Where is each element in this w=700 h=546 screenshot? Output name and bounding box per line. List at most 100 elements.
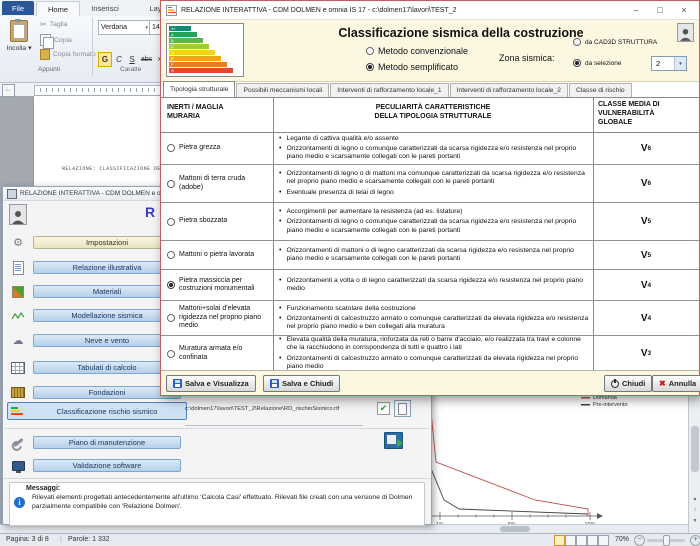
sidebar-item-modellazione-sismica[interactable]: Modellazione sismica <box>33 309 181 322</box>
radio-pietra-sbozzata[interactable] <box>167 218 175 226</box>
vertical-scrollbar-thumb[interactable] <box>691 426 699 472</box>
preview-report-button[interactable] <box>394 400 411 417</box>
copy-button[interactable]: Copia <box>40 34 72 46</box>
bullet-item: Orizzontamenti di legno o comunque carat… <box>279 145 589 162</box>
message-text: Rilevati elementi progettati antecedente… <box>32 494 416 511</box>
vulnerability-class: V5 <box>593 203 699 240</box>
tab-selector[interactable]: ∟ <box>2 84 15 97</box>
annulla-button[interactable]: ✖Annulla <box>652 375 700 392</box>
open-report-checkbox[interactable]: ✔ <box>377 402 390 415</box>
sidebar-item-relazione-illustrativa[interactable]: Relazione illustrativa <box>33 261 181 274</box>
tab-classe-di-rischio[interactable]: Classe di rischio <box>569 83 632 97</box>
view-web-layout-button[interactable] <box>576 535 587 546</box>
cancel-x-icon: ✖ <box>659 379 666 388</box>
sidebar-item-fondazioni[interactable]: Fondazioni <box>33 386 181 399</box>
italic-button[interactable]: C <box>112 52 126 67</box>
radio-pietra-massiccia[interactable] <box>167 281 175 289</box>
radio-mattoni-terra-cruda[interactable] <box>167 180 175 188</box>
bold-button[interactable]: G <box>98 52 112 67</box>
font-name-select[interactable]: Verdana▼ <box>98 20 152 35</box>
power-icon <box>611 380 619 388</box>
horizontal-ruler[interactable] <box>34 85 166 96</box>
radio-icon[interactable] <box>366 63 374 71</box>
tab-tipologia-strutturale[interactable]: Tipologia strutturale <box>163 81 235 97</box>
page-icon <box>398 403 407 415</box>
zoom-out-button[interactable]: − <box>634 535 645 546</box>
tipologia-label: Mattoni+solai d'elevata rigidezza nel pr… <box>179 305 270 331</box>
dialog-titlebar[interactable]: RELAZIONE INTERATTIVA - CDM DOLMEN e omn… <box>161 1 699 20</box>
output-file-path: c:\dolmen17\lavori\TEST_2\Relazione\RD_r… <box>185 406 377 412</box>
sidebar-item-piano-di-manutenzione[interactable]: Piano di manutenzione <box>33 436 181 449</box>
close-button[interactable]: × <box>675 3 693 17</box>
view-draft-button[interactable] <box>598 535 609 546</box>
radio-pietra-grezza[interactable] <box>167 144 175 152</box>
tab-home[interactable]: Home <box>36 1 80 16</box>
vulnerability-class: V5 <box>593 241 699 269</box>
chiudi-button[interactable]: Chiudi <box>604 375 652 392</box>
view-print-layout-button[interactable] <box>554 535 565 546</box>
zona-value-select[interactable]: 2 ▼ <box>651 56 687 71</box>
dialog-header: A+ A B C D E F G Classificazione sismica… <box>161 20 699 82</box>
radio-icon[interactable] <box>573 38 581 46</box>
method-semplificato-option[interactable]: Metodo semplificato <box>366 62 458 72</box>
tab-inserisci[interactable]: Inserisci <box>80 1 130 15</box>
sidebar-item-validazione-software[interactable]: Validazione software <box>33 459 181 472</box>
zona-selezione-option[interactable]: da selezione <box>573 59 622 67</box>
zoom-slider-thumb[interactable] <box>663 535 670 546</box>
export-report-button[interactable] <box>384 432 403 449</box>
bullet-item: Orizzontamenti di legno o di mattoni ma … <box>279 170 589 187</box>
word-status-bar: Pagina: 3 di 8 | Parole: 1 332 70% − + <box>0 533 700 546</box>
horizontal-scrollbar-thumb[interactable] <box>500 526 530 532</box>
view-fullscreen-button[interactable] <box>565 535 576 546</box>
nav-row-materiali: Materiali <box>9 285 181 298</box>
foundation-icon <box>9 386 27 399</box>
window-icon <box>7 189 17 199</box>
zona-cad3d-option[interactable]: da CAD3D STRUTTURA <box>573 38 657 46</box>
bullet-item: Orizzontamenti di calcestruzzo armato o … <box>279 315 589 332</box>
radio-mattoni-solai[interactable] <box>167 314 175 322</box>
save-icon <box>173 379 182 388</box>
table-row-pietra-grezza: Pietra grezza Legante di cattiva qualità… <box>161 132 699 165</box>
chevron-down-icon[interactable]: ▼ <box>674 57 686 70</box>
browse-object-icon[interactable]: ○ <box>689 507 700 513</box>
tab-possibili-meccanismi[interactable]: Possibili meccanismi locali <box>236 83 329 97</box>
avatar <box>9 204 27 225</box>
nav-row-relazione: Relazione illustrativa <box>9 261 181 274</box>
tab-file[interactable]: File <box>2 1 34 15</box>
salva-e-chiudi-button[interactable]: Salva e Chiudi <box>263 375 340 392</box>
energy-label-icon <box>10 405 24 418</box>
radio-icon[interactable] <box>573 59 581 67</box>
format-painter-button[interactable]: Copia formato <box>40 49 96 60</box>
tipologia-label: Pietra sbozzata <box>179 217 227 226</box>
sidebar-item-classificazione-rischio-sismico[interactable]: Classificazione rischio sismico <box>7 402 187 420</box>
paste-button[interactable]: Incolla ▾ <box>4 20 34 52</box>
sidebar-item-impostazioni[interactable]: Impostazioni <box>33 236 181 249</box>
sidebar-item-tabulati-di-calcolo[interactable]: Tabulati di calcolo <box>33 361 181 374</box>
nav-row-tabulati: Tabulati di calcolo <box>9 361 181 374</box>
paste-dropdown-arrow[interactable]: ▾ <box>28 45 31 52</box>
salva-e-visualizza-button[interactable]: Salva e Visualizza <box>166 375 256 392</box>
minimize-button[interactable]: – <box>627 3 645 17</box>
radio-mattoni-pietra-lavorata[interactable] <box>167 251 175 259</box>
maximize-button[interactable]: □ <box>651 3 669 17</box>
page-count[interactable]: Pagina: 3 di 8 <box>6 536 49 543</box>
method-convenzionale-option[interactable]: Metodo convenzionale <box>366 46 468 56</box>
zoom-level[interactable]: 70% <box>615 536 629 543</box>
zoom-in-button[interactable]: + <box>690 535 700 546</box>
risk-frequency-chart: 1% 5% 10% <box>425 392 700 533</box>
view-outline-button[interactable] <box>587 535 598 546</box>
underline-button[interactable]: S <box>125 52 139 67</box>
sidebar-item-neve-e-vento[interactable]: Neve e vento <box>33 334 181 347</box>
tab-interventi-locale-2[interactable]: Interventi di rafforzamento locale_2 <box>450 83 568 97</box>
radio-icon[interactable] <box>366 47 374 55</box>
strikethrough-button[interactable]: abc <box>138 52 155 67</box>
browse-next-icon[interactable]: ▼ <box>689 518 700 524</box>
cut-button[interactable]: ✂Taglia <box>40 20 67 29</box>
word-count[interactable]: Parole: 1 332 <box>68 536 110 543</box>
browse-prev-icon[interactable]: ▲ <box>689 496 700 502</box>
table-icon <box>9 361 27 374</box>
tipologia-table: INERTI / MAGLIA MURARIA PECULIARITÀ CARA… <box>161 97 699 370</box>
sidebar-item-materiali[interactable]: Materiali <box>33 285 181 298</box>
radio-muratura-armata[interactable] <box>167 350 175 358</box>
tab-interventi-locale-1[interactable]: Interventi di rafforzamento locale_1 <box>330 83 448 97</box>
